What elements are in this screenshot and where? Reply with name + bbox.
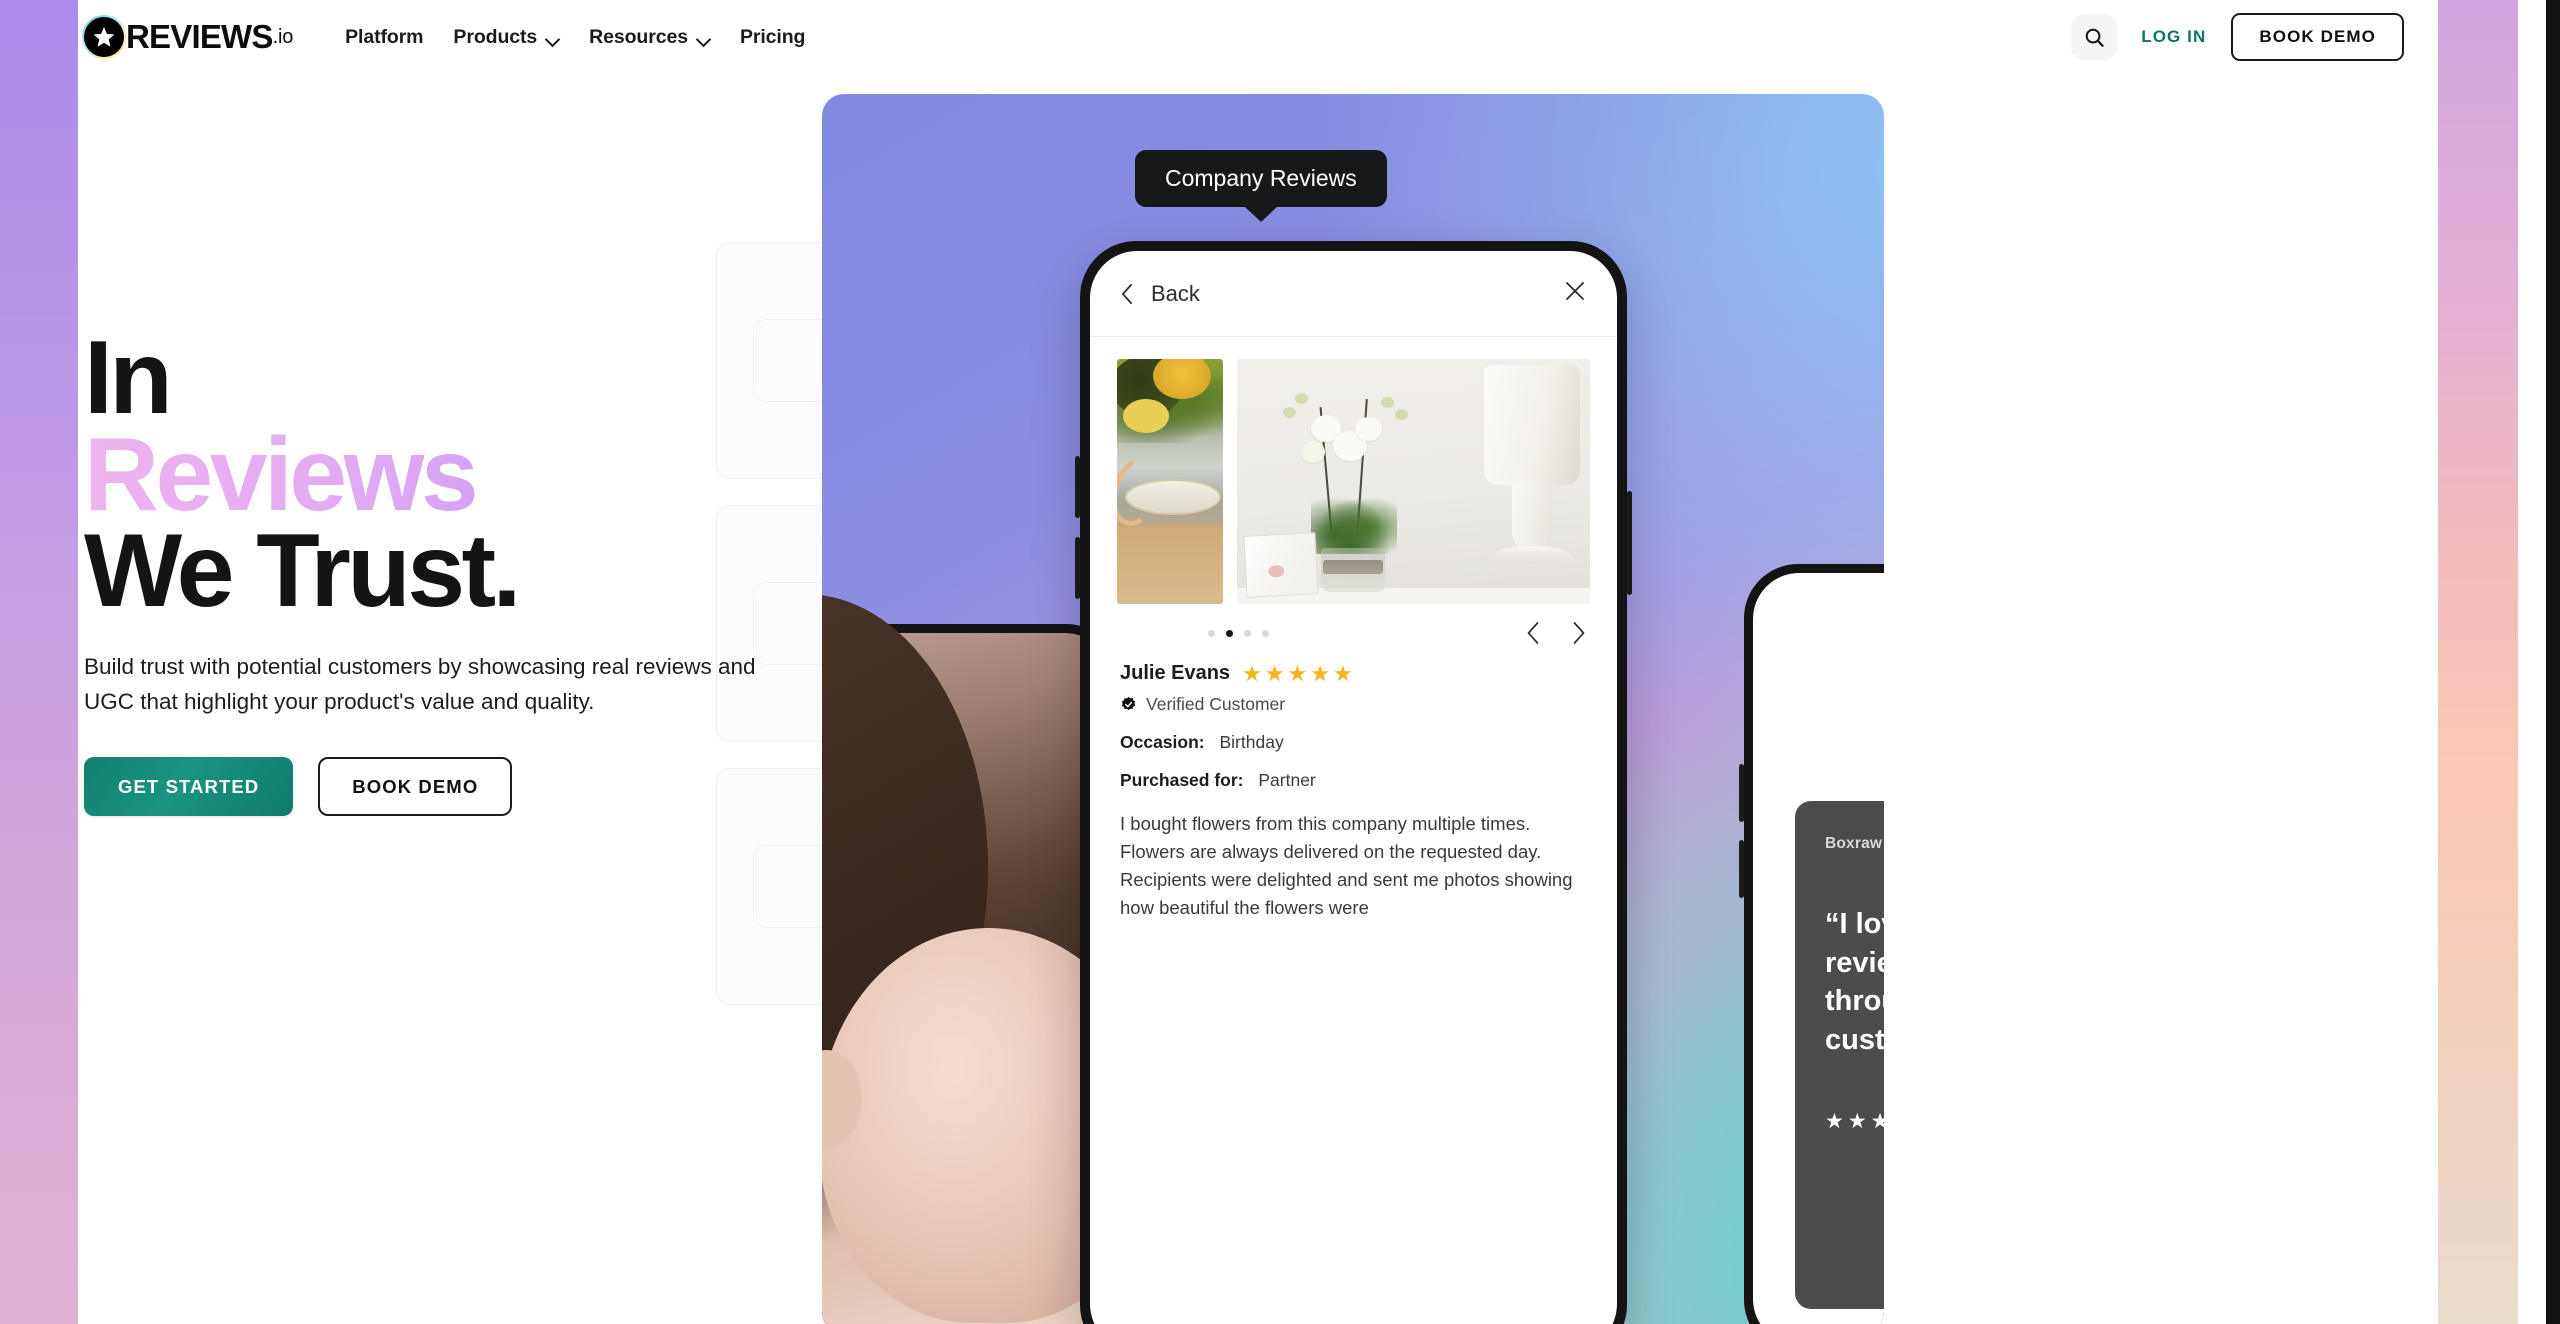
hero-section: In Reviews We Trust. Build trust with po…	[84, 320, 844, 817]
book-demo-button-header[interactable]: BOOK DEMO	[2231, 13, 2404, 61]
chevron-down-icon	[546, 32, 559, 45]
gallery-dot[interactable]	[1208, 629, 1215, 637]
search-icon	[2085, 28, 2104, 47]
page-canvas: REVIEWS .io Platform Products Resources …	[78, 0, 2438, 1324]
gallery-dot-active[interactable]	[1226, 629, 1233, 637]
review-photo-gallery	[1090, 337, 1617, 604]
headline-line-3: We Trust.	[84, 513, 521, 630]
phone-left-screen	[822, 593, 1158, 1324]
book-demo-button-hero[interactable]: BOOK DEMO	[318, 757, 513, 817]
testimonial-card: Boxraw “I love the amount of positive re…	[1795, 801, 1884, 1309]
hero-mockup-panel: Boxraw “I love the amount of positive re…	[822, 94, 1884, 1324]
app-topbar: Back	[1090, 251, 1617, 337]
verified-badge-icon	[1121, 696, 1136, 711]
header-actions: LOG IN BOOK DEMO	[2071, 13, 2404, 61]
verified-customer-badge: Verified Customer	[1120, 694, 1587, 715]
review-detail: Julie Evans ★★★★★ Verified Customer Occa…	[1090, 656, 1617, 1324]
gallery-arrows	[1525, 620, 1587, 646]
login-link[interactable]: LOG IN	[2141, 27, 2206, 47]
nav-label: Platform	[345, 25, 424, 48]
search-button[interactable]	[2071, 14, 2118, 60]
phone-right-screen: Boxraw “I love the amount of positive re…	[1753, 573, 1884, 1324]
back-label: Back	[1151, 280, 1200, 306]
review-body-text: I bought flowers from this company multi…	[1120, 813, 1573, 919]
close-button[interactable]	[1563, 279, 1587, 308]
site-header: REVIEWS .io Platform Products Resources …	[78, 0, 2438, 74]
back-button[interactable]: Back	[1120, 281, 1200, 307]
nav-item-pricing[interactable]: Pricing	[739, 25, 806, 49]
testimonial-quote: “I love the amount of positive reviews w…	[1825, 908, 1884, 1056]
phone-mockup-center: Back Julie Evans ★★★★★ Verified Customer…	[1075, 241, 1632, 1324]
testimonial-stars: ★★★★★	[1825, 1110, 1884, 1134]
phone-power-button	[1627, 491, 1632, 595]
main-navigation: Platform Products Resources Pricing	[345, 26, 805, 49]
nav-item-products[interactable]: Products	[453, 26, 559, 49]
testimonial-brand: Boxraw	[1825, 835, 1883, 852]
nav-label: Resources	[589, 25, 688, 48]
chevron-down-icon	[697, 32, 710, 45]
gallery-prev-icon[interactable]	[1525, 620, 1542, 646]
purchased-for-label: Purchased for:	[1120, 770, 1244, 790]
review-purchased-row: Purchased for: Partner	[1120, 770, 1587, 791]
phone-mockup-left	[822, 593, 1158, 1324]
right-gradient-band	[2438, 0, 2518, 1324]
star-in-circle-icon	[82, 15, 126, 59]
gallery-dot[interactable]	[1262, 629, 1269, 637]
review-occasion-row: Occasion: Birthday	[1120, 732, 1587, 753]
logo-wordmark: REVIEWS	[126, 18, 273, 55]
company-reviews-tooltip: Company Reviews	[1135, 150, 1387, 207]
phone-volume-up-button	[1739, 764, 1744, 822]
occasion-value: Birthday	[1219, 732, 1284, 752]
site-logo[interactable]: REVIEWS .io	[82, 15, 294, 59]
gallery-next-icon[interactable]	[1570, 620, 1587, 646]
phone-volume-down-button	[1739, 840, 1744, 898]
nav-item-platform[interactable]: Platform	[345, 26, 423, 49]
phone-mockup-right: Boxraw “I love the amount of positive re…	[1739, 564, 1884, 1324]
phone-volume-up-button	[1075, 456, 1080, 518]
nav-label: Products	[453, 25, 538, 48]
phone-center-screen: Back Julie Evans ★★★★★ Verified Customer…	[1090, 251, 1617, 1324]
close-icon	[1566, 282, 1584, 300]
purchased-for-value: Partner	[1258, 770, 1316, 790]
review-star-rating: ★★★★★	[1242, 660, 1356, 686]
chevron-left-icon	[1122, 283, 1133, 304]
nav-item-resources[interactable]: Resources	[589, 26, 710, 49]
verified-label: Verified Customer	[1146, 694, 1286, 714]
get-started-button[interactable]: GET STARTED	[84, 757, 294, 817]
headline-line-2: Reviews	[84, 423, 844, 527]
hero-cta-row: GET STARTED BOOK DEMO	[84, 757, 844, 817]
nav-label: Pricing	[739, 25, 806, 48]
review-photo-main[interactable]	[1237, 359, 1590, 604]
page-title: In Reviews We Trust.	[84, 320, 844, 630]
logo-suffix: .io	[272, 25, 294, 48]
occasion-label: Occasion:	[1120, 732, 1205, 752]
review-author-name: Julie Evans	[1120, 662, 1231, 684]
gallery-dot[interactable]	[1244, 629, 1251, 637]
left-gradient-band	[0, 0, 78, 1324]
headline-line-1: In	[84, 320, 173, 436]
right-edge-strip	[2518, 0, 2560, 1324]
review-photo-thumbnail[interactable]	[1117, 359, 1223, 604]
review-author-row: Julie Evans ★★★★★	[1120, 662, 1587, 685]
hero-subtitle: Build trust with potential customers by …	[84, 654, 756, 714]
gallery-dots	[1208, 629, 1269, 637]
phone-volume-down-button	[1075, 537, 1080, 599]
gallery-pagination	[1090, 604, 1617, 656]
